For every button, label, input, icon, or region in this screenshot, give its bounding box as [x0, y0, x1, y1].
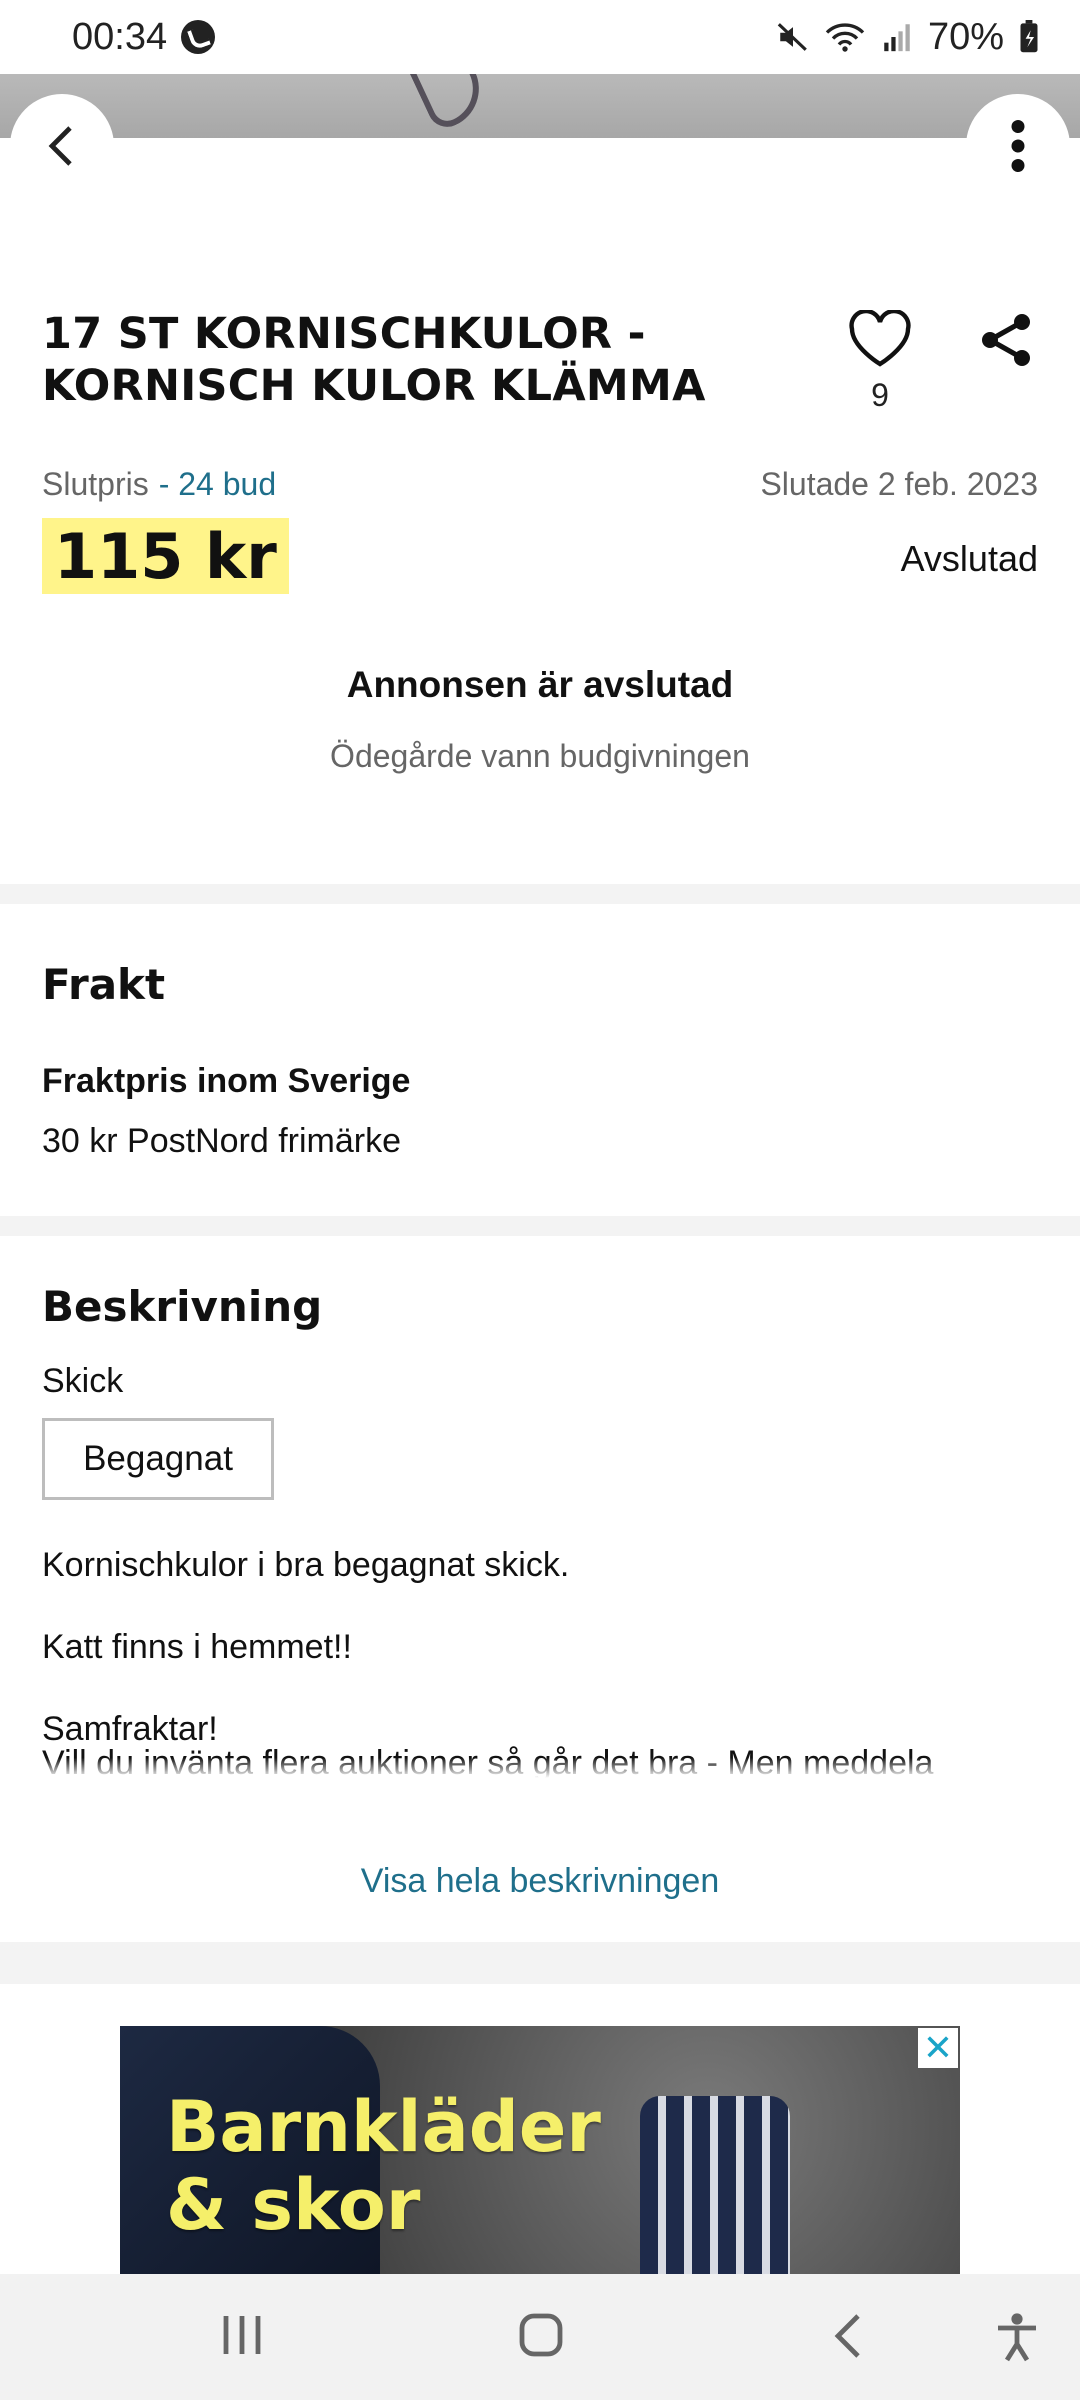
winner-notice: Ödegårde vann budgivningen: [330, 738, 750, 774]
system-back-button[interactable]: [830, 2312, 866, 2365]
price-label: Slutpris: [42, 466, 149, 502]
home-button[interactable]: [518, 2312, 564, 2363]
more-vertical-icon: [1011, 120, 1025, 172]
favorite-button[interactable]: 9: [848, 308, 912, 414]
home-icon: [519, 2313, 563, 2357]
clock: 00:34: [72, 15, 168, 58]
heart-icon: [849, 308, 911, 367]
chevron-left-icon: [48, 126, 72, 166]
price-label-row: Slutpris - 24 bud: [42, 466, 276, 503]
status-right: 70%: [776, 16, 1040, 59]
battery-percent: 70%: [927, 15, 1004, 58]
more-options-button[interactable]: [966, 94, 1070, 198]
title-line-2: KORNISCH KULOR KLÄMMA: [42, 361, 706, 411]
accessibility-icon: [998, 2313, 1036, 2362]
shipping-heading: Frakt: [42, 960, 166, 1009]
description-heading: Beskrivning: [42, 1282, 323, 1331]
section-divider: [0, 1216, 1080, 1236]
signal-icon: [884, 24, 910, 52]
ad-line-2: & skor: [166, 2164, 421, 2246]
description-line-2: Katt finns i hemmet!!: [42, 1628, 352, 1666]
section-divider: [0, 884, 1080, 904]
shipping-value: 30 kr PostNord frimärke: [42, 1122, 401, 1160]
condition-chip: Begagnat: [42, 1418, 274, 1500]
ad-line-1: Barnkläder: [166, 2086, 601, 2168]
advertisement-banner[interactable]: Barnkläder & skor ✕: [120, 2026, 960, 2274]
ad-headline: Barnkläder & skor: [166, 2088, 601, 2244]
status-left: 00:34: [72, 15, 216, 59]
recent-apps-icon: [223, 2316, 261, 2354]
listing-status: Avslutad: [900, 538, 1038, 579]
accessibility-button[interactable]: [994, 2312, 1040, 2367]
share-button[interactable]: [978, 312, 1034, 373]
ad-boot-image: [640, 2096, 790, 2274]
final-price: 115 kr: [42, 518, 289, 594]
ended-date: Slutade 2 feb. 2023: [760, 466, 1038, 502]
description-line-1: Kornischkulor i bra begagnat skick.: [42, 1546, 570, 1584]
condition-label: Skick: [42, 1362, 124, 1400]
call-icon: [181, 20, 216, 54]
shipping-label: Fraktpris inom Sverige: [42, 1062, 411, 1100]
wifi-icon: [825, 23, 865, 52]
image-content: [408, 74, 492, 134]
mute-icon: [777, 23, 807, 51]
share-icon: [982, 314, 1030, 366]
favorite-count: 9: [871, 377, 889, 413]
system-navigation-bar: [0, 2274, 1080, 2400]
recent-apps-button[interactable]: [220, 2312, 264, 2363]
listing-title: 17 ST KORNISCHKULOR - KORNISCH KULOR KLÄ…: [42, 308, 762, 412]
back-button[interactable]: [10, 94, 114, 198]
bid-count-link[interactable]: - 24 bud: [159, 466, 276, 502]
title-line-1: 17 ST KORNISCHKULOR -: [42, 309, 646, 359]
section-divider: [0, 1942, 1080, 1984]
ended-notice-title: Annonsen är avslutad: [346, 664, 734, 705]
back-icon: [834, 2314, 860, 2358]
battery-icon: [1020, 20, 1038, 53]
status-bar: 00:34 70%: [0, 0, 1080, 74]
ad-close-button[interactable]: ✕: [918, 2027, 958, 2068]
description-line-4: Vill du invänta flera auktioner så går d…: [42, 1744, 934, 1778]
show-full-description-link[interactable]: Visa hela beskrivningen: [0, 1862, 1080, 1901]
listing-image[interactable]: [0, 74, 1080, 138]
